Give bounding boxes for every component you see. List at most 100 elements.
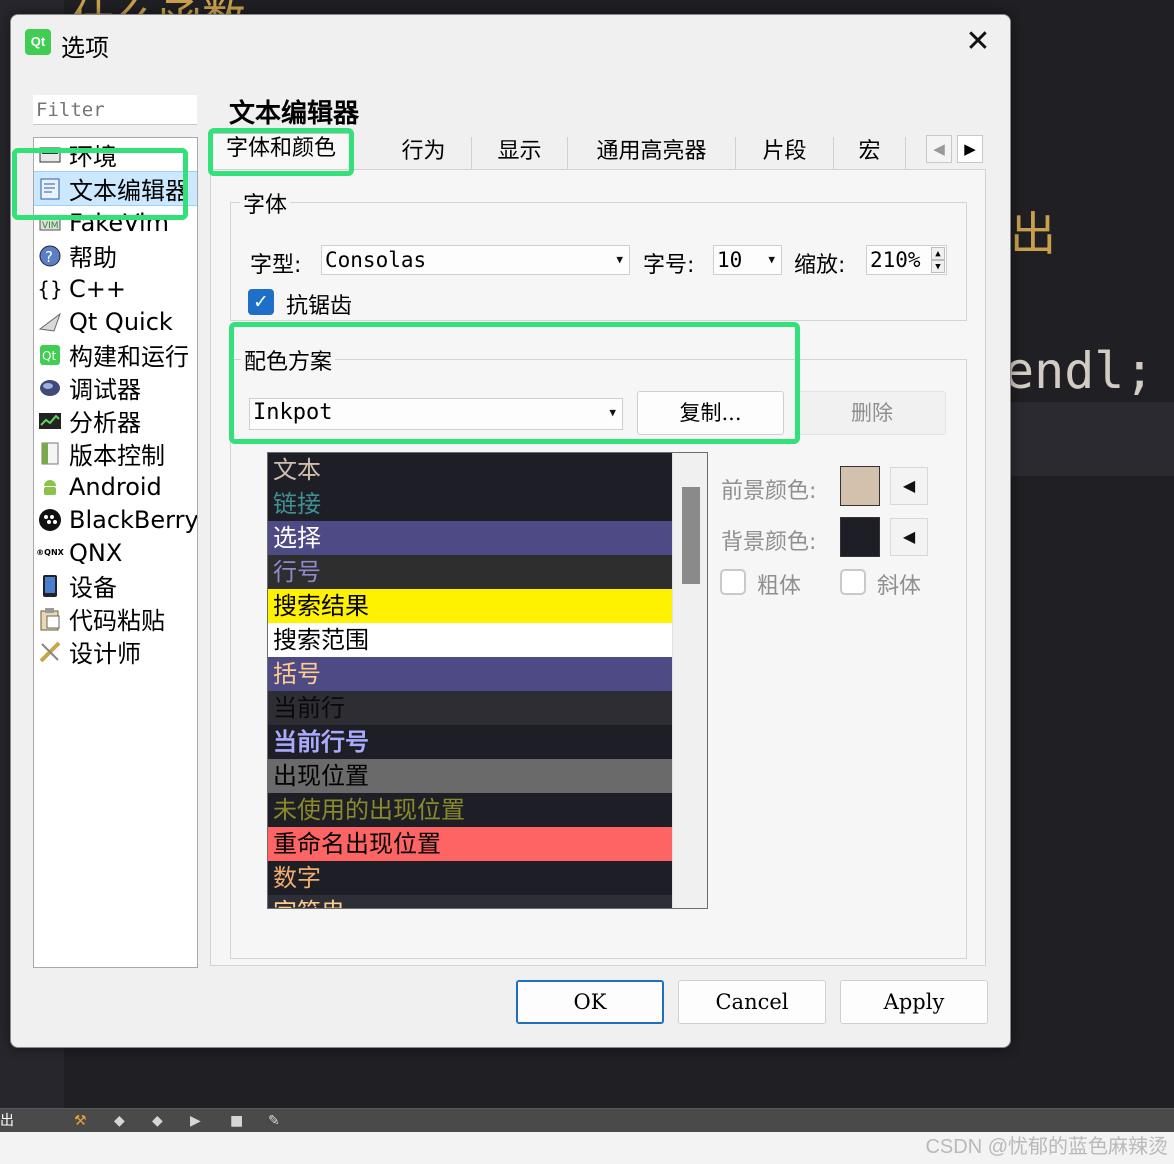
text-editor-icon: [37, 176, 63, 202]
color-item-row[interactable]: 括号: [268, 657, 672, 691]
color-item-row[interactable]: 数字: [268, 861, 672, 895]
font-size-combo[interactable]: 10 ▼: [713, 245, 782, 275]
ok-button[interactable]: OK: [516, 980, 664, 1024]
font-family-combo[interactable]: Consolas ▼: [321, 245, 630, 275]
italic-checkbox[interactable]: [840, 569, 866, 595]
nav-item-code-paste[interactable]: 代码粘贴: [34, 602, 197, 635]
run-icon[interactable]: ▶: [190, 1113, 201, 1129]
stop-icon[interactable]: ■: [230, 1113, 243, 1129]
editor-text-endl: endl;: [1004, 342, 1155, 400]
nav-item-designer[interactable]: 设计师: [34, 635, 197, 668]
ide-status-bar: 出 ⚒ ◆ ◆ ▶ ■ ✎: [0, 1108, 1174, 1132]
color-item-row[interactable]: 行号: [268, 555, 672, 589]
nav-label: 调试器: [69, 376, 141, 404]
nav-item-device[interactable]: 设备: [34, 569, 197, 602]
apply-button[interactable]: Apply: [840, 980, 988, 1024]
copy-scheme-button[interactable]: 复制...: [637, 391, 784, 435]
color-item-row[interactable]: 选择: [268, 521, 672, 555]
background-color-swatch[interactable]: [840, 517, 880, 557]
nav-label: 版本控制: [69, 442, 165, 470]
antialias-label: 抗锯齿: [286, 294, 353, 319]
cancel-button[interactable]: Cancel: [678, 980, 826, 1024]
background-color-label: 背景颜色:: [721, 530, 817, 555]
spin-up-icon[interactable]: ▲: [931, 247, 945, 260]
spin-down-icon[interactable]: ▼: [931, 260, 945, 273]
nav-item-help[interactable]: ? 帮助: [34, 239, 197, 272]
delete-scheme-button[interactable]: 删除: [798, 391, 946, 435]
tab-macros[interactable]: 宏: [834, 137, 906, 169]
build-run-icon: Qt: [37, 342, 63, 368]
color-item-row[interactable]: 搜索结果: [268, 589, 672, 623]
nav-item-android[interactable]: Android: [34, 470, 197, 503]
color-scheme-combo[interactable]: Inkpot ▼: [249, 398, 623, 430]
nav-label: FakeVim: [69, 208, 170, 237]
back-arrow-icon[interactable]: ◆: [114, 1113, 125, 1129]
build-icon[interactable]: ⚒: [74, 1113, 87, 1129]
device-icon: [37, 573, 63, 599]
font-group-title: 字体: [240, 187, 291, 219]
list-scrollbar[interactable]: [672, 453, 707, 908]
color-item-row[interactable]: 出现位置: [268, 759, 672, 793]
nav-item-cpp[interactable]: {} C++: [34, 272, 197, 305]
tab-display[interactable]: 显示: [472, 137, 568, 169]
nav-label: BlackBerry: [69, 505, 198, 534]
nav-label: 设计师: [69, 640, 141, 668]
zoom-value: 210%: [870, 248, 921, 272]
debugger-icon: [37, 375, 63, 401]
tab-fonts-colors[interactable]: 字体和颜色: [210, 133, 352, 170]
nav-item-qt-quick[interactable]: Qt Quick: [34, 305, 197, 338]
nav-label: 帮助: [69, 244, 117, 272]
svg-text:VIM: VIM: [42, 221, 59, 231]
spin-buttons[interactable]: ▲ ▼: [931, 247, 945, 273]
nav-item-version-control[interactable]: 版本控制: [34, 437, 197, 470]
bold-checkbox[interactable]: [720, 569, 746, 595]
chevron-down-icon: ▼: [609, 406, 616, 419]
zoom-spinbox[interactable]: 210% ▲ ▼: [866, 245, 947, 275]
dialog-titlebar: Qt 选项 ✕: [11, 15, 1010, 71]
nav-item-build-run[interactable]: Qt 构建和运行: [34, 338, 197, 371]
color-item-row[interactable]: 字符串: [268, 895, 672, 908]
erase-foreground-icon[interactable]: ◀: [890, 467, 928, 505]
tab-behavior[interactable]: 行为: [376, 137, 472, 169]
nav-label: 分析器: [69, 409, 141, 437]
color-item-row[interactable]: 当前行号: [268, 725, 672, 759]
nav-item-analyzer[interactable]: 分析器: [34, 404, 197, 437]
nav-label: 设备: [69, 574, 117, 602]
nav-item-environment[interactable]: 环境: [34, 138, 197, 171]
antialias-checkbox[interactable]: ✓: [248, 289, 274, 315]
color-item-row[interactable]: 未使用的出现位置: [268, 793, 672, 827]
nav-label: Qt Quick: [69, 307, 173, 336]
designer-icon: [37, 639, 63, 665]
zoom-label: 缩放:: [794, 253, 846, 278]
nav-item-text-editor[interactable]: 文本编辑器: [34, 171, 197, 206]
scroll-thumb[interactable]: [682, 487, 700, 584]
nav-label: QNX: [69, 538, 123, 567]
filter-input[interactable]: [33, 95, 197, 125]
close-icon[interactable]: ✕: [960, 25, 996, 61]
editor-text-out: 出: [1010, 207, 1056, 261]
erase-background-icon[interactable]: ◀: [890, 518, 928, 556]
category-list: 环境 文本编辑器 VIM FakeVim ? 帮助 {} C++ Qt Quic…: [33, 137, 198, 968]
svg-text:Qt: Qt: [42, 349, 56, 363]
nav-item-debugger[interactable]: 调试器: [34, 371, 197, 404]
color-item-row[interactable]: 当前行: [268, 691, 672, 725]
tab-snippets[interactable]: 片段: [736, 137, 834, 169]
nav-label: 文本编辑器: [69, 177, 189, 205]
clear-icon[interactable]: ✎: [268, 1113, 280, 1129]
qt-quick-icon: [37, 309, 63, 335]
color-item-row[interactable]: 搜索范围: [268, 623, 672, 657]
svg-text:?: ?: [45, 248, 53, 266]
chevron-down-icon: ▼: [616, 253, 623, 266]
forward-arrow-icon[interactable]: ◆: [152, 1113, 163, 1129]
nav-item-fakevim[interactable]: VIM FakeVim: [34, 206, 197, 239]
color-item-row[interactable]: 重命名出现位置: [268, 827, 672, 861]
font-size-value: 10: [717, 248, 743, 272]
tab-scroll-right-icon[interactable]: ▶: [957, 135, 983, 163]
tab-scroll-left-icon[interactable]: ◀: [926, 135, 952, 163]
nav-item-blackberry[interactable]: BlackBerry: [34, 503, 197, 536]
tab-generic-highlighter[interactable]: 通用高亮器: [568, 137, 736, 169]
color-item-row[interactable]: 文本: [268, 453, 672, 487]
nav-item-qnx[interactable]: ®QNX QNX: [34, 536, 197, 569]
foreground-color-swatch[interactable]: [840, 466, 880, 506]
color-item-row[interactable]: 链接: [268, 487, 672, 521]
